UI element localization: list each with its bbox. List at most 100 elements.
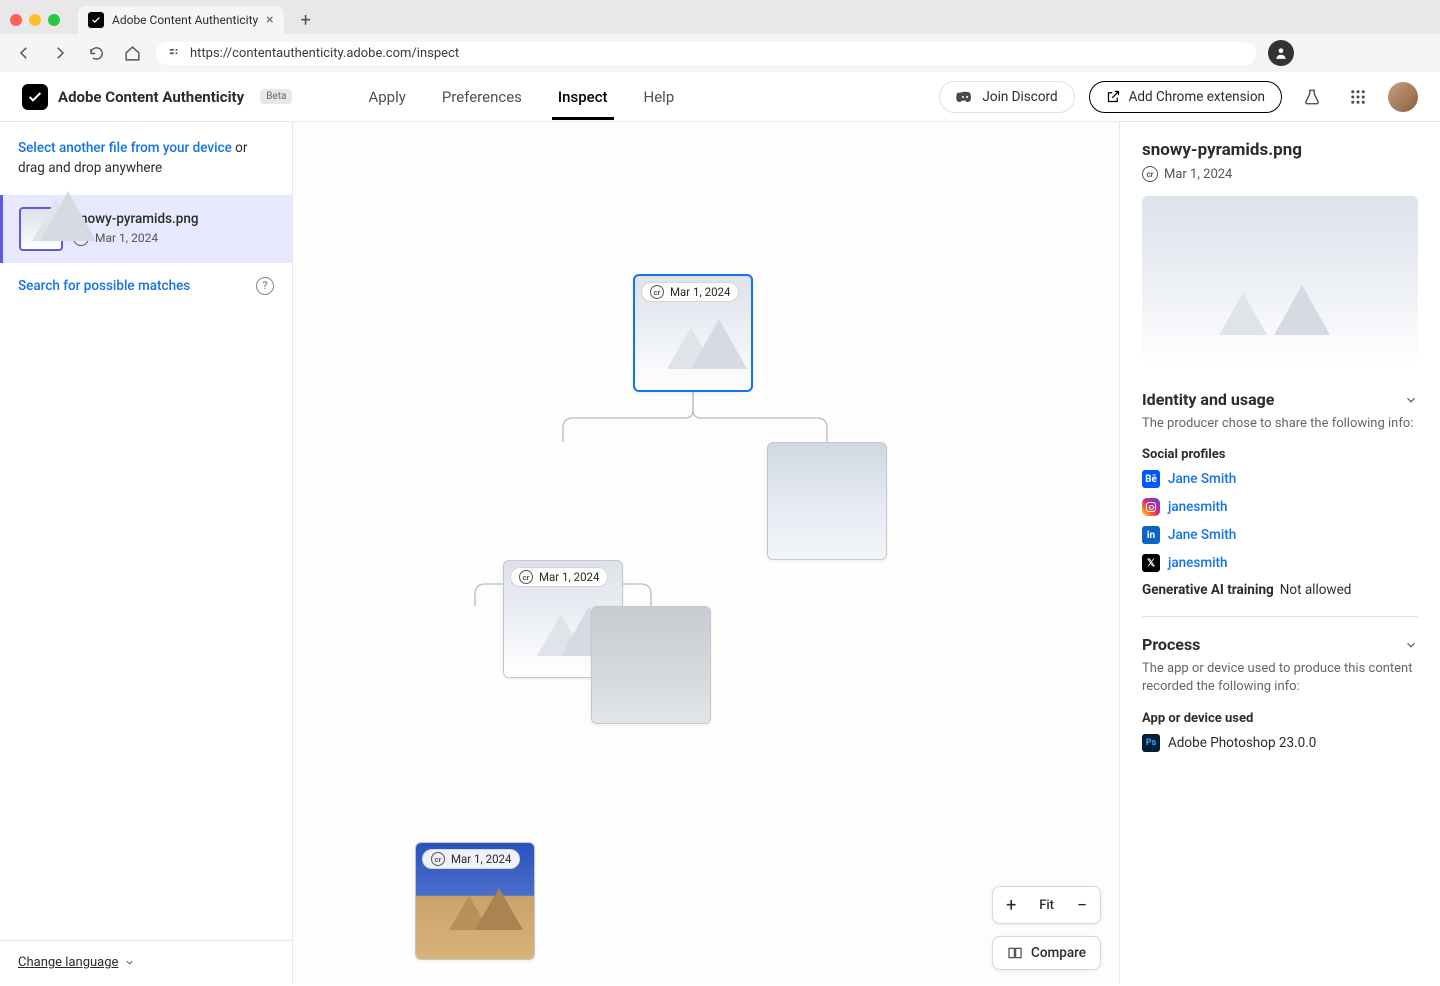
tab-favicon-icon xyxy=(88,12,104,28)
process-heading: Process xyxy=(1142,635,1200,654)
tab-inspect[interactable]: Inspect xyxy=(552,74,614,120)
help-icon[interactable]: ? xyxy=(256,277,274,295)
behance-icon: Bē xyxy=(1142,470,1160,488)
forward-button[interactable] xyxy=(48,41,72,65)
user-avatar[interactable] xyxy=(1388,82,1418,112)
node-date-badge: cr Mar 1, 2024 xyxy=(641,282,739,302)
social-instagram[interactable]: janesmith xyxy=(1142,498,1418,516)
url-text: https://contentauthenticity.adobe.com/in… xyxy=(190,46,459,61)
address-bar[interactable]: https://contentauthenticity.adobe.com/in… xyxy=(156,42,1256,65)
change-language-label: Change language xyxy=(18,955,118,970)
external-link-icon xyxy=(1106,89,1121,104)
join-discord-button[interactable]: Join Discord xyxy=(939,81,1074,113)
browser-profile[interactable] xyxy=(1268,40,1294,66)
file-date: Mar 1, 2024 xyxy=(95,231,158,245)
credentials-icon: cr xyxy=(431,852,445,866)
file-item[interactable]: snowy-pyramids.png cr Mar 1, 2024 xyxy=(0,195,292,263)
behance-name: Jane Smith xyxy=(1168,471,1236,487)
zoom-fit-button[interactable]: Fit xyxy=(1029,898,1064,913)
browser-tab[interactable]: Adobe Content Authenticity × xyxy=(78,6,284,34)
apps-grid-icon[interactable] xyxy=(1342,81,1374,113)
app-value: Adobe Photoshop 23.0.0 xyxy=(1168,735,1316,751)
nav-tabs: Apply Preferences Inspect Help xyxy=(362,74,680,120)
back-button[interactable] xyxy=(12,41,36,65)
node-date: Mar 1, 2024 xyxy=(451,852,511,866)
identity-desc: The producer chose to share the followin… xyxy=(1142,415,1418,433)
browser-toolbar: https://contentauthenticity.adobe.com/in… xyxy=(0,34,1440,72)
zoom-in-button[interactable]: + xyxy=(997,891,1025,919)
app-header: Adobe Content Authenticity Beta Apply Pr… xyxy=(0,72,1440,122)
photoshop-icon: Ps xyxy=(1142,734,1160,752)
file-thumbnail xyxy=(19,207,63,251)
identity-section-toggle[interactable]: Identity and usage xyxy=(1142,390,1418,409)
chevron-down-icon xyxy=(124,957,135,968)
maximize-window[interactable] xyxy=(48,14,60,26)
sidebar: Select another file from your device or … xyxy=(0,122,293,984)
social-x[interactable]: 𝕏 janesmith xyxy=(1142,554,1418,572)
add-extension-button[interactable]: Add Chrome extension xyxy=(1089,81,1282,113)
compare-label: Compare xyxy=(1031,945,1086,961)
linkedin-icon: in xyxy=(1142,526,1160,544)
tab-close-icon[interactable]: × xyxy=(266,12,273,28)
window-controls xyxy=(10,14,60,26)
details-title: snowy-pyramids.png xyxy=(1142,140,1418,160)
labs-icon[interactable] xyxy=(1296,81,1328,113)
search-matches-label: Search for possible matches xyxy=(18,278,190,294)
close-window[interactable] xyxy=(10,14,22,26)
tree-node-grandchild-left[interactable]: cr Mar 1, 2024 xyxy=(415,842,535,960)
tab-bar: Adobe Content Authenticity × + xyxy=(0,0,1440,34)
process-section-toggle[interactable]: Process xyxy=(1142,635,1418,654)
social-linkedin[interactable]: in Jane Smith xyxy=(1142,526,1418,544)
tab-title: Adobe Content Authenticity xyxy=(112,13,258,27)
app-row: Ps Adobe Photoshop 23.0.0 xyxy=(1142,734,1418,752)
compare-icon xyxy=(1007,945,1023,961)
instagram-name: janesmith xyxy=(1168,499,1228,515)
new-tab-button[interactable]: + xyxy=(292,6,320,34)
reload-button[interactable] xyxy=(84,41,108,65)
tree-node-root[interactable]: cr Mar 1, 2024 xyxy=(633,274,753,392)
credentials-icon: cr xyxy=(519,570,533,584)
node-date-badge: cr Mar 1, 2024 xyxy=(510,567,608,587)
process-desc: The app or device used to produce this c… xyxy=(1142,660,1418,696)
tree-node-grandchild-right[interactable] xyxy=(591,606,711,724)
instagram-icon xyxy=(1142,498,1160,516)
search-matches-link[interactable]: Search for possible matches ? xyxy=(0,263,292,309)
chevron-down-icon xyxy=(1404,393,1418,407)
brand-text: Adobe Content Authenticity xyxy=(58,88,244,106)
zoom-controls: + Fit − xyxy=(992,886,1101,924)
tab-preferences[interactable]: Preferences xyxy=(436,74,528,120)
tab-help[interactable]: Help xyxy=(638,74,681,120)
divider xyxy=(1142,616,1418,617)
x-name: janesmith xyxy=(1168,555,1228,571)
discord-icon xyxy=(956,90,974,104)
provenance-canvas[interactable]: cr Mar 1, 2024 cr Mar 1, 2024 cr Mar 1, 202… xyxy=(293,122,1120,984)
node-date-badge: cr Mar 1, 2024 xyxy=(422,849,520,869)
details-date: Mar 1, 2024 xyxy=(1164,167,1232,182)
details-meta: cr Mar 1, 2024 xyxy=(1142,166,1418,182)
gen-ai-label: Generative AI training xyxy=(1142,582,1274,598)
credentials-icon: cr xyxy=(1142,166,1158,182)
linkedin-name: Jane Smith xyxy=(1168,527,1236,543)
brand-icon xyxy=(22,84,48,110)
gen-ai-row: Generative AI training Not allowed xyxy=(1142,582,1418,598)
join-discord-label: Join Discord xyxy=(982,89,1057,105)
zoom-out-button[interactable]: − xyxy=(1068,891,1096,919)
compare-button[interactable]: Compare xyxy=(992,936,1101,970)
tree-node-child-right[interactable] xyxy=(767,442,887,560)
node-date: Mar 1, 2024 xyxy=(539,570,599,584)
change-language[interactable]: Change language xyxy=(0,940,292,984)
select-file-link[interactable]: Select another file from your device xyxy=(18,140,232,156)
brand[interactable]: Adobe Content Authenticity Beta xyxy=(22,84,292,110)
node-date: Mar 1, 2024 xyxy=(670,285,730,299)
gen-ai-value: Not allowed xyxy=(1280,582,1352,598)
minimize-window[interactable] xyxy=(29,14,41,26)
home-button[interactable] xyxy=(120,41,144,65)
details-panel: snowy-pyramids.png cr Mar 1, 2024 Identi… xyxy=(1120,122,1440,984)
x-icon: 𝕏 xyxy=(1142,554,1160,572)
social-behance[interactable]: Bē Jane Smith xyxy=(1142,470,1418,488)
add-extension-label: Add Chrome extension xyxy=(1129,89,1265,105)
main: Select another file from your device or … xyxy=(0,122,1440,984)
credentials-icon: cr xyxy=(650,285,664,299)
app-heading: App or device used xyxy=(1142,711,1418,726)
tab-apply[interactable]: Apply xyxy=(362,74,411,120)
